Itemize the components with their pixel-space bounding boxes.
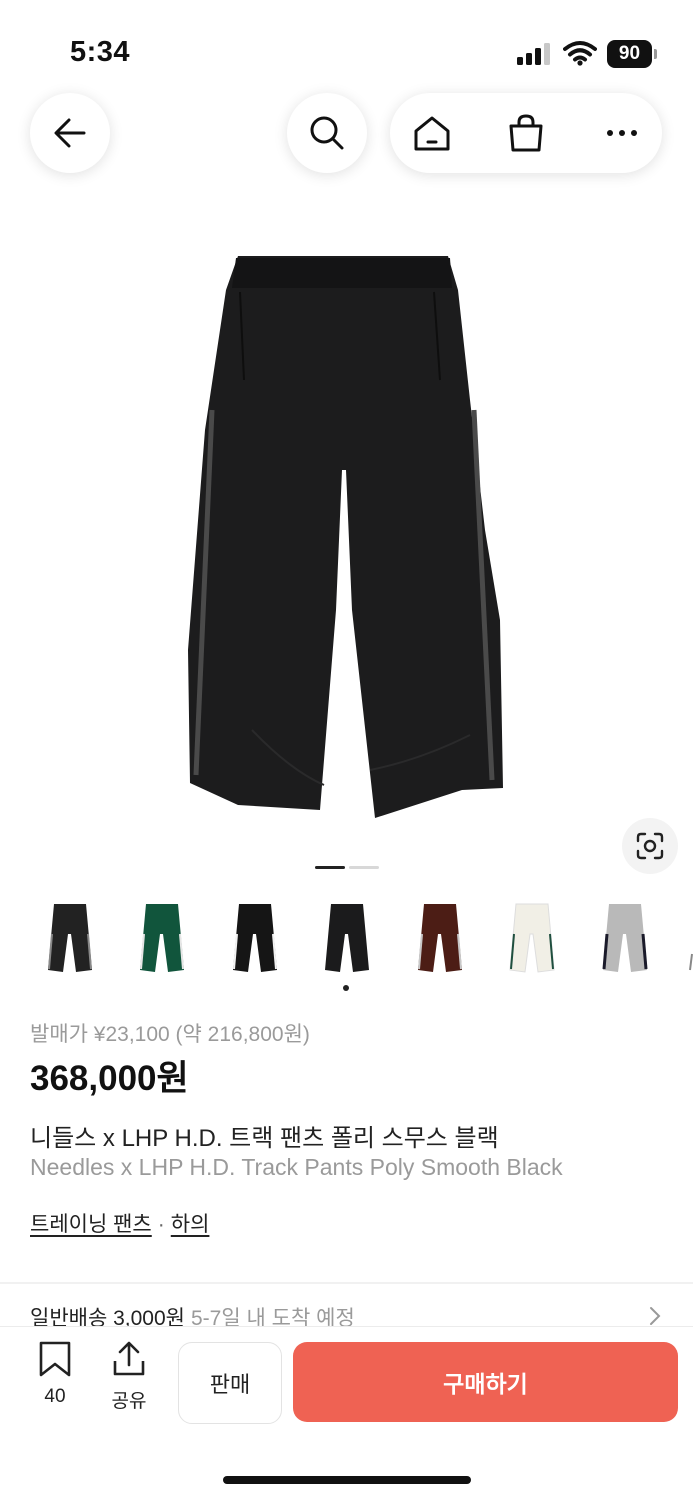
more-button[interactable] xyxy=(582,93,662,173)
thumbnail-indicator-dot xyxy=(343,985,349,991)
back-button[interactable] xyxy=(30,93,110,173)
gallery-pager xyxy=(315,866,379,870)
thumbnail-gray[interactable] xyxy=(585,894,665,978)
more-dots-icon xyxy=(607,130,637,136)
product-image[interactable] xyxy=(0,230,693,855)
category-link[interactable]: 트레이닝 팬츠 xyxy=(30,1213,152,1236)
signal-icon xyxy=(517,43,550,65)
thumbnail-more[interactable] xyxy=(678,894,693,978)
thumbnail-black-white[interactable] xyxy=(215,894,295,978)
image-search-button[interactable] xyxy=(622,818,678,874)
bookmark-icon xyxy=(39,1341,71,1377)
thumbnail-black-gray[interactable] xyxy=(30,894,110,978)
arrow-left-icon xyxy=(54,118,86,148)
battery-level: 90 xyxy=(607,40,652,68)
sell-button[interactable]: 판매 xyxy=(178,1342,282,1424)
lens-scan-icon xyxy=(636,832,664,860)
shopping-bag-button[interactable] xyxy=(486,93,566,173)
bottom-action-bar: 40 공유 판매 구매하기 xyxy=(0,1326,693,1501)
status-time: 5:34 xyxy=(70,36,131,68)
home-indicator[interactable] xyxy=(223,1476,471,1484)
thumbnail-brown[interactable] xyxy=(400,894,480,978)
product-name-korean: 니들스 x LHP H.D. 트랙 팬츠 폴리 스무스 블랙 xyxy=(30,1125,499,1152)
shopping-bag-icon xyxy=(509,114,543,152)
thumbnail-green[interactable] xyxy=(122,894,202,978)
chevron-right-icon[interactable] xyxy=(648,1306,662,1326)
subcategory-link[interactable]: 하의 xyxy=(171,1213,210,1236)
current-price: 368,000원 xyxy=(30,1059,189,1098)
color-thumbnail-row xyxy=(0,890,693,985)
buy-button[interactable]: 구매하기 xyxy=(293,1342,678,1422)
home-icon xyxy=(414,116,450,151)
thumbnail-black-black[interactable] xyxy=(307,894,387,978)
battery-indicator: 90 xyxy=(607,40,657,68)
share-button[interactable]: 공유 xyxy=(99,1341,159,1413)
wifi-icon xyxy=(563,41,597,66)
search-button[interactable] xyxy=(287,93,367,173)
search-icon xyxy=(310,116,344,150)
category-breadcrumb: 트레이닝 팬츠 · 하의 xyxy=(30,1208,209,1238)
release-price: 발매가 ¥23,100 (약 216,800원) xyxy=(30,1023,310,1046)
home-button[interactable] xyxy=(392,93,472,173)
bookmark-button[interactable]: 40 xyxy=(25,1341,85,1408)
bookmark-count: 40 xyxy=(44,1386,66,1407)
category-separator: · xyxy=(157,1213,165,1236)
product-name-english: Needles x LHP H.D. Track Pants Poly Smoo… xyxy=(30,1154,563,1180)
pager-active xyxy=(315,866,345,869)
share-icon xyxy=(113,1341,145,1376)
header-actions xyxy=(390,93,662,173)
section-divider xyxy=(0,1282,693,1284)
share-label: 공유 xyxy=(111,1391,147,1412)
thumbnail-white[interactable] xyxy=(492,894,572,978)
pager-inactive xyxy=(349,866,379,869)
